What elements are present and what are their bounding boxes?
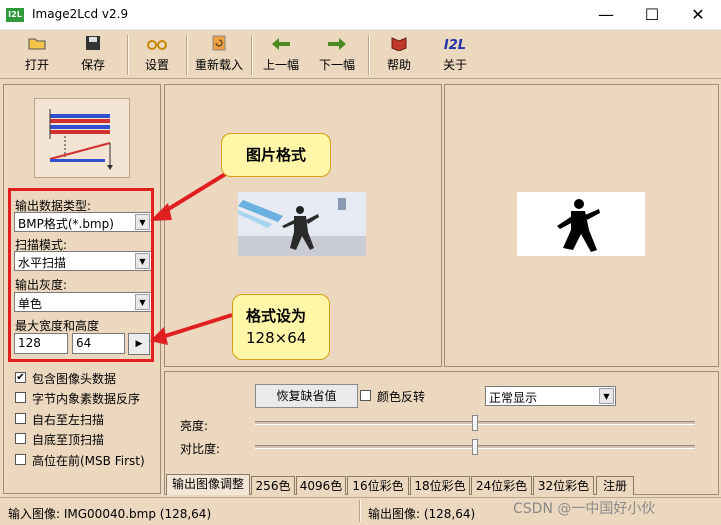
callout-size-line2: 128×64	[246, 329, 307, 347]
callout-arrowhead-format	[150, 203, 172, 221]
watermark: CSDN @一中国好小伙	[513, 501, 656, 517]
callout-arrow-size	[161, 313, 233, 339]
output-image-status: 输出图像: (128,64)	[368, 507, 476, 521]
annotation-arrows	[150, 168, 234, 345]
input-image-status: 输入图像: IMG00040.bmp (128,64)	[8, 507, 212, 521]
callout-arrow-format	[160, 168, 234, 215]
callout-size-line1: 格式设为	[246, 307, 307, 325]
callout-size: 格式设为 128×64	[232, 294, 330, 360]
callout-format: 图片格式	[221, 133, 331, 177]
status-separator	[359, 500, 361, 522]
callout-arrowhead-size	[150, 327, 168, 345]
